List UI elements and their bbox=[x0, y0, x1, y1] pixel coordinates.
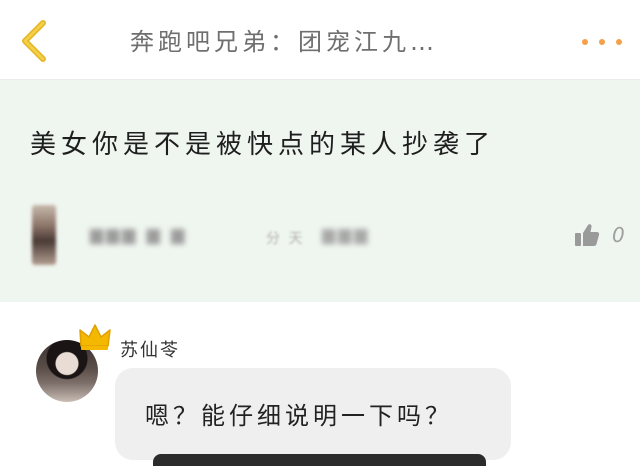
like-count: 0 bbox=[612, 223, 625, 247]
comment-time: 分 天 bbox=[266, 231, 305, 247]
thumbs-up-icon bbox=[575, 224, 600, 246]
quoted-comment-card: 美女你是不是被快点的某人抄袭了 ▆▆▆ ▆ ▆ 分 天 ▆▆▆ 0 bbox=[0, 80, 640, 302]
quoted-comment-text: 美女你是不是被快点的某人抄袭了 bbox=[30, 130, 496, 160]
next-message-bubble bbox=[153, 454, 486, 466]
reply-message-text: 嗯？能仔细说明一下吗？ bbox=[145, 402, 453, 430]
more-dot bbox=[599, 39, 605, 45]
chevron-left-icon bbox=[22, 20, 46, 62]
more-dot bbox=[616, 39, 622, 45]
more-options-button[interactable] bbox=[582, 34, 622, 50]
back-button[interactable] bbox=[14, 18, 54, 64]
page-title: 奔跑吧兄弟：团宠江九… bbox=[130, 28, 438, 56]
reply-author-name[interactable]: 苏仙苓 bbox=[120, 336, 180, 362]
like-button[interactable]: 0 bbox=[574, 220, 625, 250]
crown-icon bbox=[79, 324, 111, 350]
comment-meta: ▆▆▆ bbox=[322, 225, 371, 245]
commenter-avatar[interactable] bbox=[32, 205, 56, 265]
more-dots-icon bbox=[582, 39, 588, 45]
reply-message-bubble: 嗯？能仔细说明一下吗？ bbox=[115, 368, 511, 460]
top-bar: 奔跑吧兄弟：团宠江九… bbox=[0, 0, 640, 80]
commenter-name[interactable]: ▆▆▆ ▆ ▆ bbox=[90, 225, 187, 245]
